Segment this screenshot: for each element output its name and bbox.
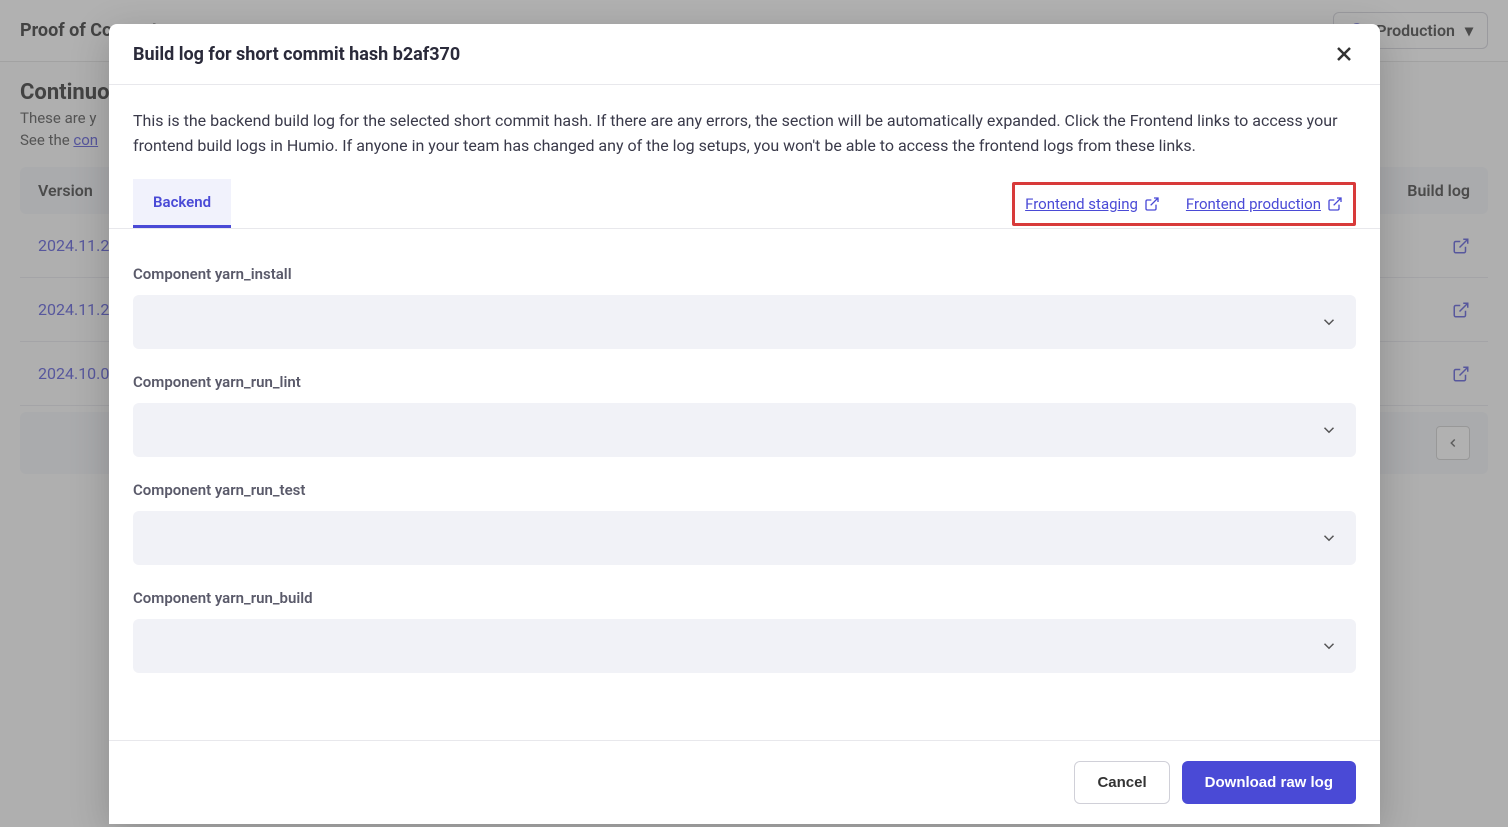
tab-row: Backend Frontend staging Frontend produc…: [109, 179, 1380, 229]
frontend-staging-link[interactable]: Frontend staging: [1025, 195, 1160, 213]
component-section: Component yarn_run_test: [133, 481, 1356, 565]
external-link-icon: [1327, 196, 1343, 212]
chevron-down-icon: [1320, 421, 1338, 439]
modal-footer: Cancel Download raw log: [109, 740, 1380, 824]
component-section: Component yarn_run_lint: [133, 373, 1356, 457]
component-title: Component yarn_install: [133, 265, 1356, 283]
modal-description: This is the backend build log for the se…: [109, 85, 1380, 179]
frontend-production-label: Frontend production: [1186, 195, 1321, 213]
component-title: Component yarn_run_build: [133, 589, 1356, 607]
chevron-down-icon: [1320, 637, 1338, 655]
chevron-down-icon: [1320, 313, 1338, 331]
frontend-links-highlight: Frontend staging Frontend production: [1012, 182, 1356, 226]
build-log-modal: Build log for short commit hash b2af370 …: [109, 24, 1380, 824]
cancel-button[interactable]: Cancel: [1074, 761, 1169, 804]
component-title: Component yarn_run_test: [133, 481, 1356, 499]
component-accordion[interactable]: [133, 619, 1356, 673]
tab-backend[interactable]: Backend: [133, 179, 231, 228]
close-button[interactable]: [1332, 42, 1356, 66]
external-link-icon: [1144, 196, 1160, 212]
download-raw-log-button[interactable]: Download raw log: [1182, 761, 1356, 804]
frontend-production-link[interactable]: Frontend production: [1186, 195, 1343, 213]
frontend-staging-label: Frontend staging: [1025, 195, 1138, 213]
components-list: Component yarn_install Component yarn_ru…: [109, 229, 1380, 713]
tab-list: Backend: [133, 179, 231, 228]
component-accordion[interactable]: [133, 511, 1356, 565]
modal-header: Build log for short commit hash b2af370: [109, 24, 1380, 85]
component-accordion[interactable]: [133, 295, 1356, 349]
component-title: Component yarn_run_lint: [133, 373, 1356, 391]
chevron-down-icon: [1320, 529, 1338, 547]
component-section: Component yarn_install: [133, 265, 1356, 349]
modal-body[interactable]: This is the backend build log for the se…: [109, 85, 1380, 740]
modal-title: Build log for short commit hash b2af370: [133, 44, 460, 65]
close-icon: [1332, 42, 1356, 66]
component-section: Component yarn_run_build: [133, 589, 1356, 673]
component-accordion[interactable]: [133, 403, 1356, 457]
